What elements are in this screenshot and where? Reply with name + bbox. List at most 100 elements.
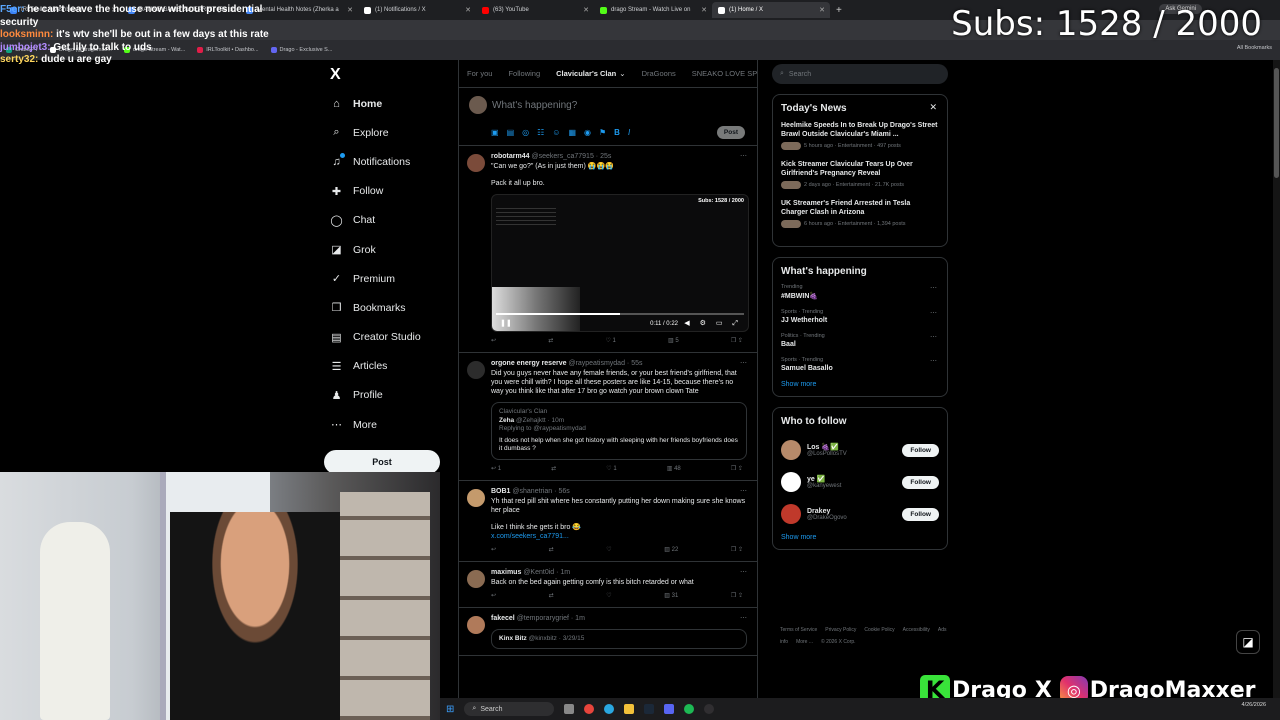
tweet-author-name[interactable]: BOB1: [491, 488, 510, 495]
reply-button[interactable]: ↩: [491, 337, 496, 346]
footer-link[interactable]: © 2026 X Corp.: [821, 639, 856, 645]
trend-item[interactable]: Trending #MBWIN🍇 ⋯: [781, 284, 939, 300]
follow-button[interactable]: Follow: [902, 475, 939, 489]
schedule-icon[interactable]: ▦: [568, 128, 584, 137]
chrome-icon[interactable]: [584, 704, 595, 714]
location-icon[interactable]: ◉: [584, 128, 599, 137]
nav-item-home[interactable]: ⌂ Home: [324, 89, 454, 118]
tweet-author-handle[interactable]: @shanetrian: [512, 488, 552, 495]
follow-suggestion[interactable]: ye ✅ @kanyewest Follow: [781, 466, 939, 498]
tweet-avatar[interactable]: [467, 488, 485, 507]
tweet-link[interactable]: x.com/seekers_ca7791...: [491, 532, 747, 541]
follow-avatar[interactable]: [781, 472, 801, 492]
tweet-time[interactable]: 1m: [560, 569, 570, 576]
tweet-author-name[interactable]: robotarm44: [491, 153, 530, 160]
tab-close-icon[interactable]: ✕: [701, 6, 707, 14]
quoted-tweet[interactable]: Kinx Bitz @kinxbitz · 3/29/15: [491, 628, 747, 649]
nav-item-follow[interactable]: ✚ Follow: [324, 177, 454, 206]
tweet-avatar[interactable]: [467, 154, 485, 172]
views-button[interactable]: ▥ 22: [664, 546, 678, 555]
spotify-icon[interactable]: [684, 704, 695, 714]
grok-floating-button[interactable]: ◪: [1236, 630, 1260, 654]
taskbar-clock[interactable]: 4/26/2026: [1242, 701, 1266, 709]
composer-post-button[interactable]: Post: [716, 126, 745, 139]
nav-item-grok[interactable]: ◪ Grok: [324, 235, 454, 264]
like-button[interactable]: ♡ 1: [605, 337, 615, 346]
bold-icon[interactable]: B: [614, 128, 628, 137]
like-button[interactable]: ♡: [606, 546, 611, 555]
tweet-time[interactable]: 25s: [600, 153, 611, 160]
feed-tab[interactable]: DraGoons: [642, 69, 676, 78]
repost-button[interactable]: ⇄: [551, 465, 556, 474]
follow-avatar[interactable]: [781, 504, 801, 524]
repost-button[interactable]: ⇄: [549, 592, 554, 601]
tweet-author-handle[interactable]: @raypeatismydad: [568, 360, 625, 367]
browser-tab[interactable]: (1) Home / X ✕: [712, 2, 830, 18]
nav-item-premium[interactable]: ✓ Premium: [324, 264, 454, 293]
tab-close-icon[interactable]: ✕: [465, 6, 471, 14]
nav-item-creator-studio[interactable]: ▤ Creator Studio: [324, 323, 454, 352]
tweet-author-handle[interactable]: @Kent0id: [523, 569, 554, 576]
edge-icon[interactable]: [604, 704, 615, 714]
quoted-tweet[interactable]: Clavicular's Clan Zeha @Zehajktt · 10m Rep…: [491, 402, 747, 460]
tweet-avatar[interactable]: [467, 361, 485, 379]
close-icon[interactable]: ✕: [929, 102, 937, 113]
steam-icon[interactable]: [644, 704, 655, 714]
trend-item[interactable]: Sports · Trending JJ Wetherholt ⋯: [781, 309, 939, 324]
follow-suggestion[interactable]: Drakey @DrakeOgovo Follow: [781, 498, 939, 530]
news-item[interactable]: Heelmike Speeds In to Break Up Drago's S…: [781, 121, 939, 150]
poll-icon[interactable]: ☷: [537, 128, 552, 137]
new-tab-button[interactable]: +: [836, 5, 842, 16]
more-icon[interactable]: ⋯: [930, 284, 937, 292]
flag-icon[interactable]: ⚑: [599, 128, 614, 137]
trends-show-more-link[interactable]: Show more: [781, 381, 939, 388]
more-icon[interactable]: ⋯: [740, 152, 747, 161]
tweet-avatar[interactable]: [467, 569, 485, 588]
emoji-icon[interactable]: ☺: [552, 128, 568, 137]
footer-link[interactable]: Terms of Service: [780, 627, 817, 633]
follow-avatar[interactable]: [781, 440, 801, 460]
video-progress-bar[interactable]: [496, 313, 744, 315]
feed-tab[interactable]: For you: [467, 69, 492, 78]
views-button[interactable]: ▥ 5: [668, 337, 679, 346]
news-item[interactable]: Kick Streamer Clavicular Tears Up Over G…: [781, 160, 939, 189]
tweet-time[interactable]: 1m: [575, 615, 585, 622]
more-icon[interactable]: ⋯: [930, 309, 937, 317]
reply-button[interactable]: ↩ 1: [491, 465, 501, 474]
post-button[interactable]: Post: [324, 450, 440, 474]
scrollbar-thumb[interactable]: [1274, 68, 1279, 178]
x-logo[interactable]: X: [330, 66, 341, 84]
bookmark-share-icons[interactable]: ❒ ⇪: [731, 465, 743, 474]
follow-suggestion[interactable]: Los 🍇✅ @LosPollosTV Follow: [781, 434, 939, 466]
all-bookmarks-link[interactable]: All Bookmarks: [1237, 45, 1272, 51]
follow-button[interactable]: Follow: [902, 443, 939, 457]
taskbar-search[interactable]: ⌕ Search: [464, 702, 555, 716]
views-button[interactable]: ▥ 48: [667, 465, 681, 474]
footer-link[interactable]: More ...: [796, 639, 813, 645]
more-icon[interactable]: ⋯: [930, 333, 937, 341]
more-icon[interactable]: ⋯: [740, 359, 747, 368]
repost-button[interactable]: ⇄: [548, 337, 553, 346]
tweet-author-name[interactable]: maximus: [491, 569, 521, 576]
views-button[interactable]: ▥ 31: [664, 592, 678, 601]
bookmark-share-icons[interactable]: ❒ ⇪: [731, 546, 743, 555]
tweet-author-name[interactable]: orgone energy reserve: [491, 360, 566, 367]
more-icon[interactable]: ⋯: [740, 614, 747, 623]
browser-tab[interactable]: (1) Notifications / X ✕: [358, 2, 476, 18]
tweet-time[interactable]: 56s: [558, 488, 569, 495]
nav-item-explore[interactable]: ⌕ Explore: [324, 118, 454, 147]
tweet-author-name[interactable]: fakecel: [491, 615, 515, 622]
tweet-author-handle[interactable]: @temporarygrief: [517, 615, 569, 622]
browser-tab[interactable]: drago Stream - Watch Live on ✕: [594, 2, 712, 18]
nav-item-more[interactable]: ⋯ More: [324, 410, 454, 439]
like-button[interactable]: ♡: [606, 592, 611, 601]
search-input[interactable]: Search: [789, 71, 811, 78]
follow-button[interactable]: Follow: [902, 507, 939, 521]
nav-item-bookmarks[interactable]: ❒ Bookmarks: [324, 293, 454, 322]
reply-button[interactable]: ↩: [491, 546, 496, 555]
nav-item-notifications[interactable]: ♫ Notifications: [324, 147, 454, 176]
repost-button[interactable]: ⇄: [549, 546, 554, 555]
footer-link[interactable]: Accessibility: [903, 627, 930, 633]
nav-item-articles[interactable]: ☰ Articles: [324, 352, 454, 381]
footer-link[interactable]: Privacy Policy: [825, 627, 856, 633]
